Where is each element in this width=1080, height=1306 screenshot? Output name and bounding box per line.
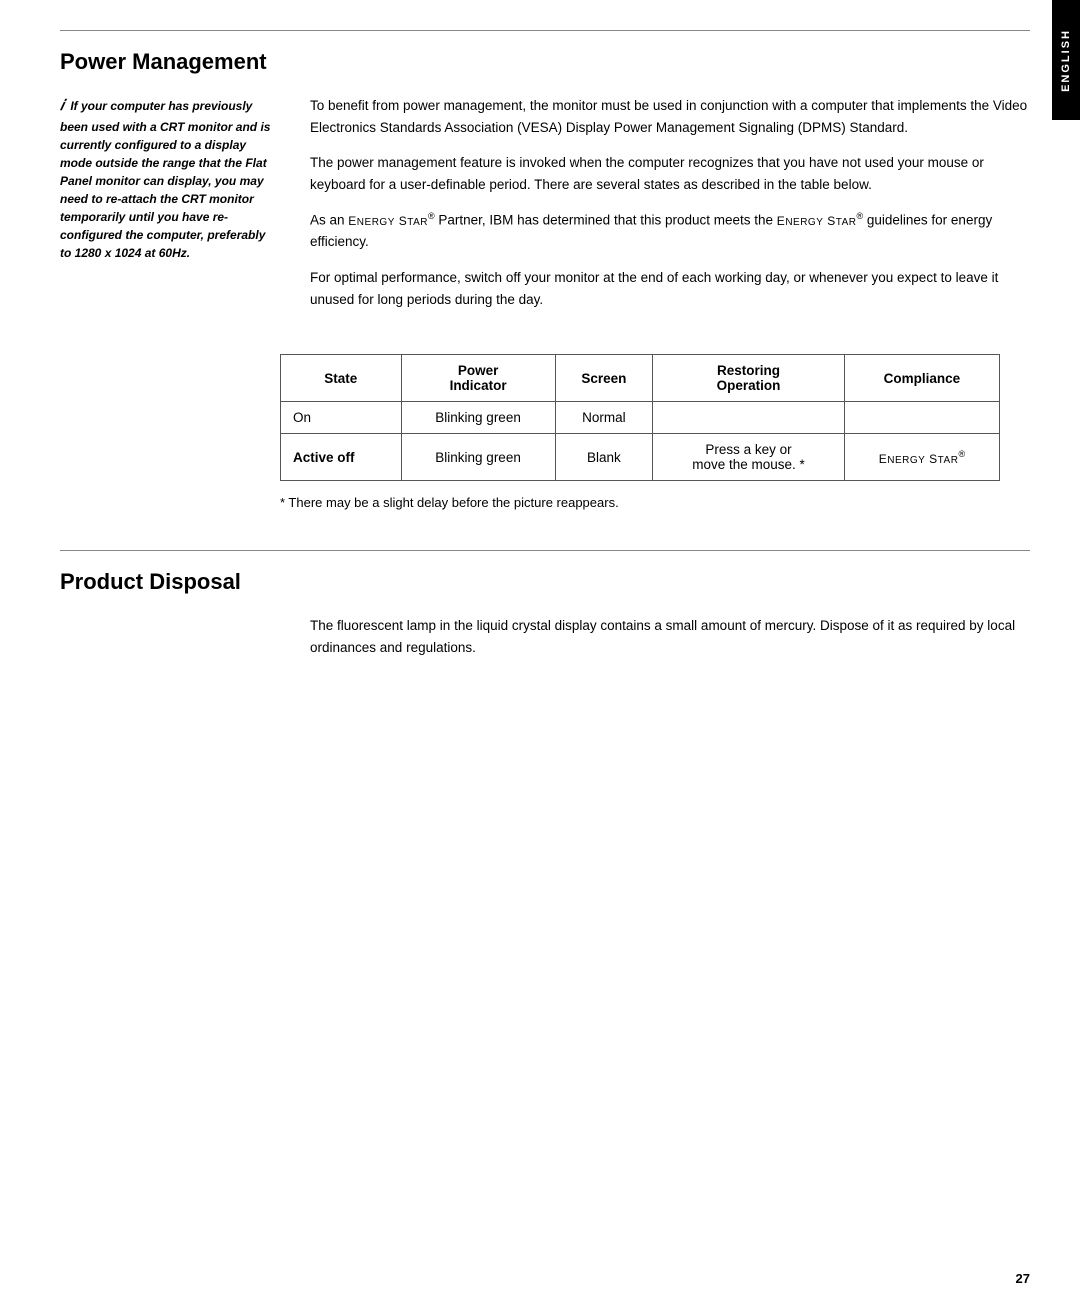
page-number: 27 xyxy=(1016,1271,1030,1286)
paragraph-2: The power management feature is invoked … xyxy=(310,152,1030,195)
left-note-column: 𝑖 If your computer has previously been u… xyxy=(60,95,280,324)
disposal-text: The fluorescent lamp in the liquid cryst… xyxy=(310,615,1030,658)
cell-state-activeoff: Active off xyxy=(281,434,402,481)
energy-star-ref-2: ENERGY STAR xyxy=(777,214,857,228)
language-label: ENGLISH xyxy=(1060,29,1072,92)
section-divider xyxy=(60,30,1030,31)
cell-screen-on: Normal xyxy=(555,402,653,434)
disposal-layout: The fluorescent lamp in the liquid cryst… xyxy=(60,615,1030,658)
energy-star-compliance: ENERGY STAR xyxy=(879,452,959,466)
cell-power-on: Blinking green xyxy=(401,402,555,434)
cell-compliance-activeoff: ENERGY STAR® xyxy=(844,434,999,481)
table-header-row: State PowerIndicator Screen RestoringOpe… xyxy=(281,355,1000,402)
cell-compliance-on xyxy=(844,402,999,434)
cell-restoring-activeoff: Press a key ormove the mouse. * xyxy=(653,434,845,481)
col-header-state: State xyxy=(281,355,402,402)
product-disposal-section: Product Disposal The fluorescent lamp in… xyxy=(60,550,1030,658)
col-header-compliance: Compliance xyxy=(844,355,999,402)
table-footnote: * There may be a slight delay before the… xyxy=(280,495,1030,510)
disposal-divider xyxy=(60,550,1030,551)
note-icon: 𝑖 xyxy=(60,97,64,114)
paragraph-1: To benefit from power management, the mo… xyxy=(310,95,1030,138)
col-header-restoring: RestoringOperation xyxy=(653,355,845,402)
product-disposal-heading: Product Disposal xyxy=(60,569,1030,595)
cell-screen-activeoff: Blank xyxy=(555,434,653,481)
note-box: 𝑖 If your computer has previously been u… xyxy=(60,95,280,262)
col-header-screen: Screen xyxy=(555,355,653,402)
table-row: Active off Blinking green Blank Press a … xyxy=(281,434,1000,481)
intro-layout: 𝑖 If your computer has previously been u… xyxy=(60,95,1030,324)
note-text: 𝑖 If your computer has previously been u… xyxy=(60,95,280,262)
power-management-section: Power Management 𝑖 If your computer has … xyxy=(60,49,1030,510)
disposal-left-spacer xyxy=(60,615,280,658)
energy-star-ref-1: ENERGY STAR xyxy=(348,214,428,228)
power-management-heading: Power Management xyxy=(60,49,1030,75)
power-management-table: State PowerIndicator Screen RestoringOpe… xyxy=(280,354,1000,481)
language-tab: ENGLISH xyxy=(1052,0,1080,120)
table-row: On Blinking green Normal xyxy=(281,402,1000,434)
paragraph-4: For optimal performance, switch off your… xyxy=(310,267,1030,310)
col-header-power-indicator: PowerIndicator xyxy=(401,355,555,402)
disposal-paragraph: The fluorescent lamp in the liquid cryst… xyxy=(310,615,1030,658)
cell-state-on: On xyxy=(281,402,402,434)
cell-restoring-on xyxy=(653,402,845,434)
right-column: To benefit from power management, the mo… xyxy=(310,95,1030,324)
paragraph-3: As an ENERGY STAR® Partner, IBM has dete… xyxy=(310,209,1030,253)
cell-power-activeoff: Blinking green xyxy=(401,434,555,481)
